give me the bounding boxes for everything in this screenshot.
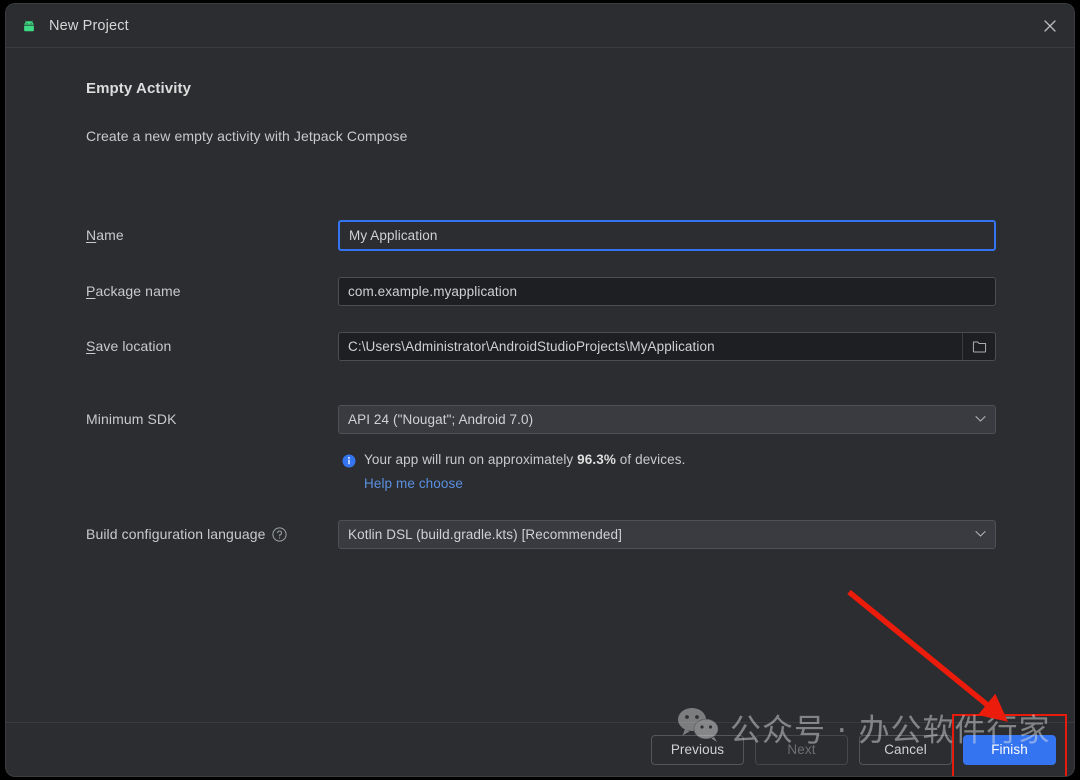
name-input[interactable]: My Application <box>338 219 996 251</box>
field-row-package-name: Package name com.example.myapplication <box>86 276 996 306</box>
build-config-language-label: Build configuration language <box>86 526 338 542</box>
chevron-down-icon <box>975 530 986 538</box>
sdk-coverage-text-after: of devices. <box>619 452 686 467</box>
package-name-label-rest: ackage name <box>95 283 181 299</box>
new-project-dialog: New Project Empty Activity Create a new … <box>6 4 1074 776</box>
package-name-label: Package name <box>86 283 338 299</box>
name-label-mnemonic: N <box>86 227 97 243</box>
field-row-minimum-sdk: Minimum SDK API 24 ("Nougat"; Android 7.… <box>86 404 996 434</box>
build-config-language-label-text: Build configuration language <box>86 526 266 542</box>
sdk-coverage-percent: 96.3% <box>577 452 616 467</box>
finish-button[interactable]: Finish <box>963 734 1056 765</box>
sdk-coverage-text: Your app will run on approximately 96.3%… <box>342 452 942 471</box>
save-location-input-value: C:\Users\Administrator\AndroidStudioProj… <box>348 338 715 354</box>
field-row-build-config-language: Build configuration language Kotlin DSL … <box>86 519 996 549</box>
cancel-button[interactable]: Cancel <box>859 734 952 765</box>
package-name-input[interactable]: com.example.myapplication <box>338 276 996 306</box>
field-row-name: Name My Application <box>86 219 996 251</box>
minimum-sdk-label: Minimum SDK <box>86 411 177 427</box>
dialog-footer: Previous Next Cancel Finish <box>6 713 1074 776</box>
page-subtitle: Create a new empty activity with Jetpack… <box>86 128 408 144</box>
previous-button[interactable]: Previous <box>651 734 744 765</box>
help-circle-icon[interactable] <box>271 526 287 542</box>
page-title: Empty Activity <box>86 80 192 97</box>
save-location-input[interactable]: C:\Users\Administrator\AndroidStudioProj… <box>338 331 996 361</box>
folder-icon[interactable] <box>962 332 995 360</box>
dialog-title: New Project <box>49 17 129 34</box>
name-input-value: My Application <box>349 227 438 243</box>
field-row-save-location: Save location C:\Users\Administrator\And… <box>86 331 996 361</box>
build-config-language-dropdown[interactable]: Kotlin DSL (build.gradle.kts) [Recommend… <box>338 519 996 549</box>
save-location-label: Save location <box>86 338 338 354</box>
minimum-sdk-dropdown[interactable]: API 24 ("Nougat"; Android 7.0) <box>338 404 996 434</box>
dialog-body: Empty Activity Create a new empty activi… <box>6 48 1074 722</box>
close-icon[interactable] <box>1026 4 1074 47</box>
name-label: Name <box>86 227 338 243</box>
package-name-input-value: com.example.myapplication <box>348 283 518 299</box>
finish-button-wrapper: Finish <box>952 713 1067 776</box>
android-robot-icon <box>20 17 38 35</box>
screen: New Project Empty Activity Create a new … <box>0 0 1080 780</box>
sdk-coverage-info: Your app will run on approximately 96.3%… <box>342 452 942 493</box>
save-location-label-rest: ave location <box>95 338 172 354</box>
help-me-choose-link[interactable]: Help me choose <box>364 476 463 491</box>
sdk-coverage-text-before: Your app will run on approximately <box>364 452 574 467</box>
chevron-down-icon <box>975 415 986 423</box>
minimum-sdk-value: API 24 ("Nougat"; Android 7.0) <box>348 411 534 427</box>
next-button: Next <box>755 734 848 765</box>
build-config-language-value: Kotlin DSL (build.gradle.kts) [Recommend… <box>348 526 622 542</box>
name-label-rest: ame <box>96 227 124 243</box>
info-icon <box>342 454 356 471</box>
dialog-titlebar: New Project <box>6 4 1074 48</box>
